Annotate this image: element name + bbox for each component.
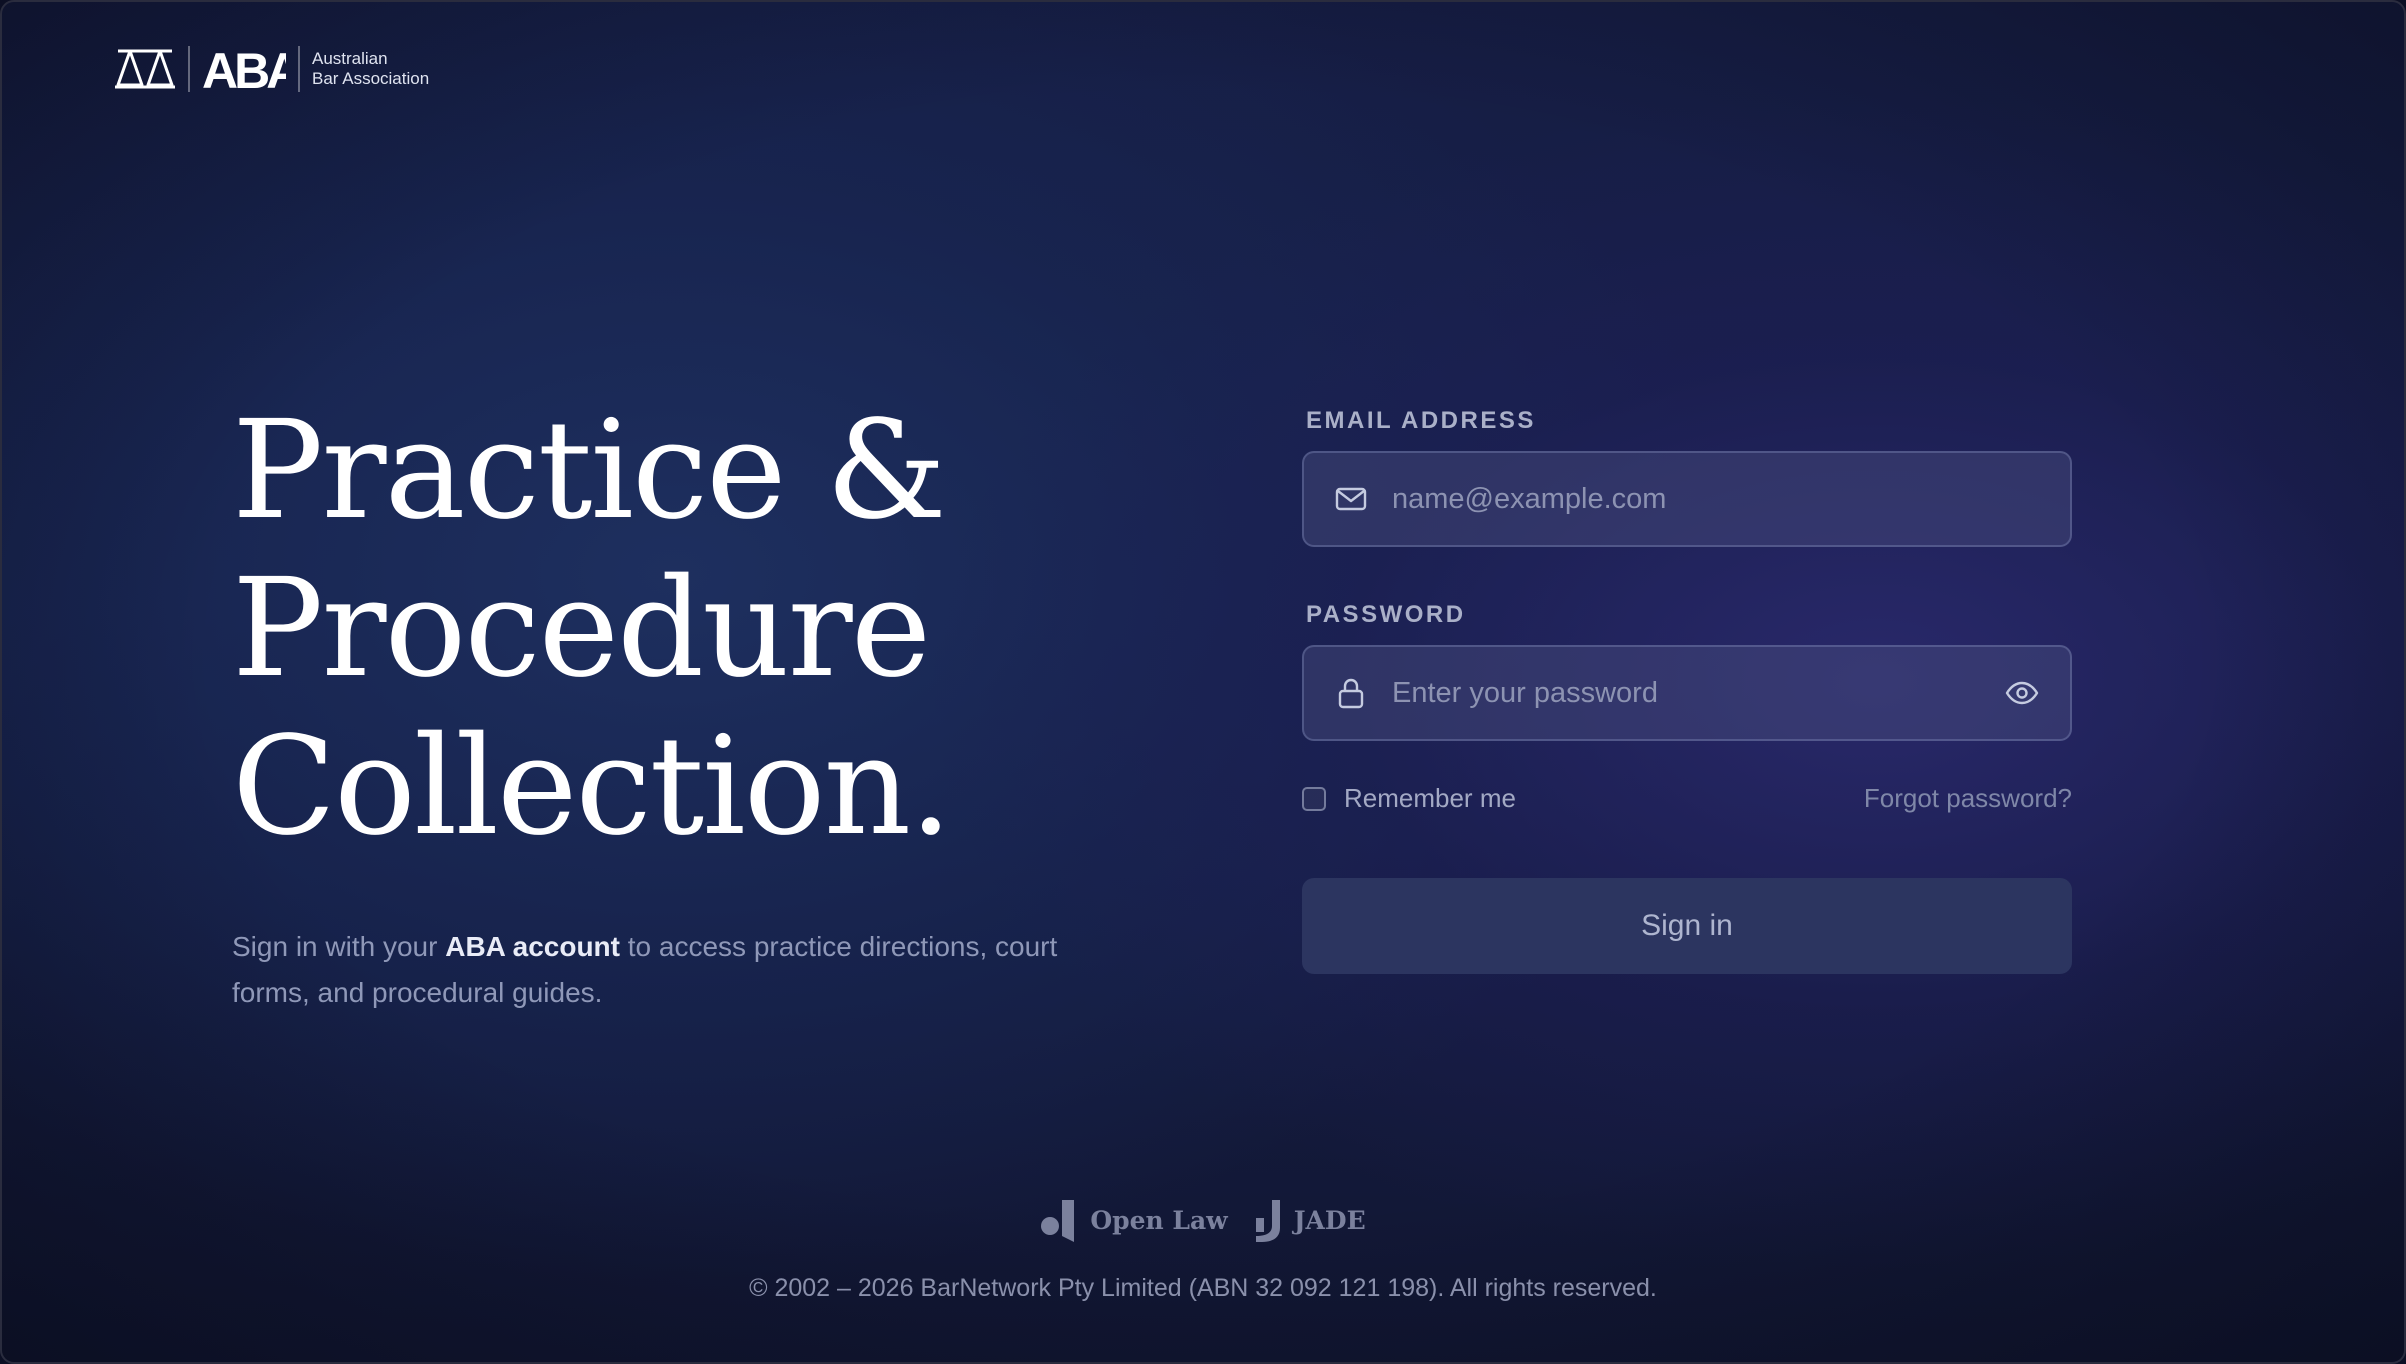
email-input[interactable] — [1392, 453, 2070, 545]
logo-divider — [298, 46, 300, 92]
title-line-1: Practice & — [232, 392, 947, 550]
logo-divider — [188, 46, 190, 92]
eye-icon[interactable] — [2004, 675, 2040, 711]
aba-logo-mark: ABA — [202, 44, 286, 94]
org-name-line2: Bar Association — [312, 69, 430, 88]
title-line-2: Procedure — [232, 550, 931, 708]
partner-name: Open Law — [1090, 1205, 1228, 1235]
mail-icon — [1335, 487, 1367, 511]
remember-me-label: Remember me — [1344, 783, 1516, 813]
password-field[interactable] — [1302, 645, 2072, 741]
email-field[interactable] — [1302, 451, 2072, 547]
scales-of-justice-icon — [115, 49, 175, 89]
subtitle-text: Sign in with your — [232, 931, 446, 962]
jade-logo-icon — [1255, 1200, 1280, 1242]
form-options-row: Remember me Forgot password? — [1302, 783, 2072, 814]
copyright-notice: © 2002 – 2026 BarNetwork Pty Limited (AB… — [749, 1274, 1657, 1302]
aba-logo[interactable]: ABA Australian Bar Association — [114, 42, 429, 96]
org-name-line1: Australian — [312, 49, 388, 68]
email-label: EMAIL ADDRESS — [1306, 407, 1536, 434]
signin-form: EMAIL ADDRESS PASSWORD Remember me — [1302, 407, 2072, 974]
hero-section: Practice & Procedure Collection. Sign in… — [232, 392, 1132, 1044]
partner-logos: Open Law JADE — [2, 1198, 2404, 1242]
svg-text:ABA: ABA — [202, 44, 286, 94]
password-label: PASSWORD — [1306, 601, 1466, 628]
partner-open-law[interactable]: Open Law — [1040, 1198, 1228, 1242]
subtitle-emphasis: ABA account — [445, 931, 620, 962]
title-line-3: Collection. — [232, 708, 952, 866]
password-input[interactable] — [1392, 647, 2004, 739]
forgot-password-link[interactable]: Forgot password? — [1864, 783, 2072, 814]
signin-button[interactable]: Sign in — [1302, 878, 2072, 974]
partner-name: JADE — [1293, 1205, 1366, 1235]
page-subtitle: Sign in with your ABA account to access … — [232, 924, 1092, 1016]
remember-me-checkbox[interactable] — [1302, 786, 1326, 811]
open-law-logo-icon — [1041, 1200, 1075, 1242]
lock-icon — [1338, 678, 1364, 709]
page-title: Practice & Procedure Collection. — [232, 392, 1132, 866]
org-name: Australian Bar Association — [312, 49, 429, 89]
partner-jade[interactable]: JADE — [1252, 1198, 1366, 1242]
login-page: ABA Australian Bar Association Practice … — [0, 0, 2406, 1364]
remember-me-toggle[interactable]: Remember me — [1302, 783, 1516, 814]
